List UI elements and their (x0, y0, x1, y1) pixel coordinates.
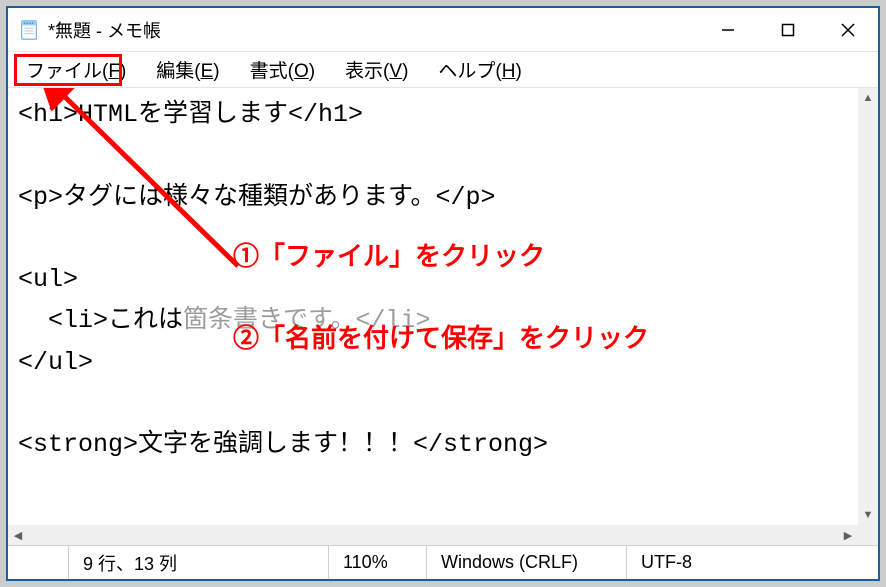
menu-file[interactable]: ファイル(F) (20, 54, 132, 85)
vertical-scrollbar[interactable]: ▲ ▼ (858, 88, 878, 525)
doc-line: <ul> (18, 265, 78, 294)
menu-view[interactable]: 表示(V) (339, 54, 414, 85)
scroll-down-icon[interactable]: ▼ (858, 505, 878, 525)
statusbar: 9 行、13 列 110% Windows (CRLF) UTF-8 (8, 545, 878, 579)
doc-line: <strong>文字を強調します！！！</strong> (18, 430, 548, 459)
scrollbar-corner (858, 525, 878, 545)
maximize-button[interactable] (758, 8, 818, 51)
notepad-icon (18, 19, 40, 41)
status-encoding: UTF-8 (626, 546, 878, 579)
doc-line: <li>これは (18, 306, 183, 335)
minimize-button[interactable] (698, 8, 758, 51)
status-cursor-position: 9 行、13 列 (68, 546, 328, 579)
menu-help[interactable]: ヘルプ(H) (432, 54, 527, 85)
titlebar: *無題 - メモ帳 (8, 8, 878, 52)
doc-line: <h1>HTMLを学習します</h1> (18, 100, 363, 129)
status-zoom: 110% (328, 546, 426, 579)
status-spacer (8, 546, 68, 579)
menu-format[interactable]: 書式(O) (244, 54, 321, 85)
menubar: ファイル(F) 編集(E) 書式(O) 表示(V) ヘルプ(H) (8, 52, 878, 88)
text-area[interactable]: <h1>HTMLを学習します</h1> <p>タグには様々な種類があります。</… (8, 88, 858, 525)
status-line-ending: Windows (CRLF) (426, 546, 626, 579)
window-title: *無題 - メモ帳 (48, 17, 698, 43)
doc-line: <p>タグには様々な種類があります。</p> (18, 183, 496, 212)
close-button[interactable] (818, 8, 878, 51)
window-controls (698, 8, 878, 51)
doc-line-gray: 箇条書きです。</li> (183, 306, 431, 335)
scroll-track[interactable] (858, 108, 878, 505)
content-area: <h1>HTMLを学習します</h1> <p>タグには様々な種類があります。</… (8, 88, 878, 545)
scroll-track[interactable] (28, 525, 838, 545)
scroll-up-icon[interactable]: ▲ (858, 88, 878, 108)
notepad-window: *無題 - メモ帳 ファイル(F) 編集(E) 書式(O) 表示(V) ヘルプ(… (6, 6, 880, 581)
doc-line: </ul> (18, 348, 93, 377)
scroll-left-icon[interactable]: ◀ (8, 525, 28, 545)
menu-edit[interactable]: 編集(E) (150, 54, 225, 85)
scroll-right-icon[interactable]: ▶ (838, 525, 858, 545)
horizontal-scrollbar[interactable]: ◀ ▶ (8, 525, 858, 545)
